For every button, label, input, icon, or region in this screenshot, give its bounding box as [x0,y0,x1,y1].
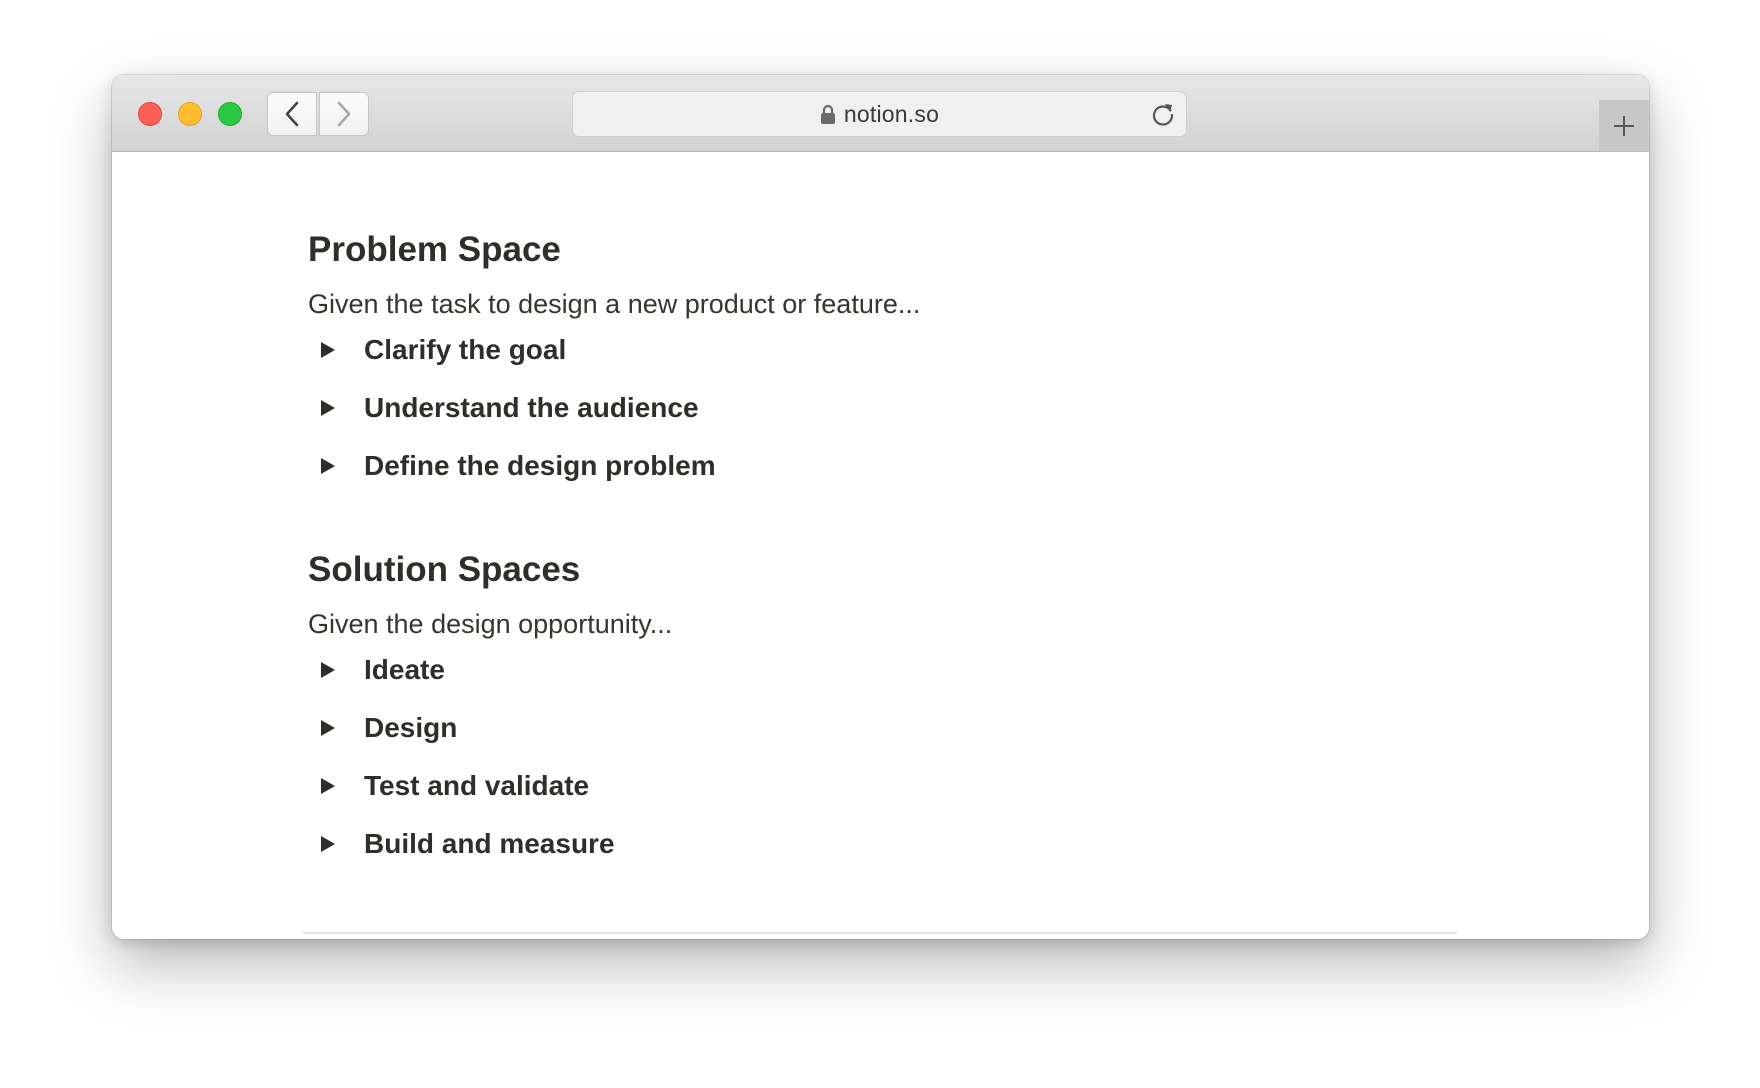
lock-icon [820,104,835,124]
screenshot-stage: notion.so Problem Space Given the task t… [0,0,1760,1088]
toggle-block[interactable]: Build and measure [308,822,615,866]
forward-button[interactable] [319,92,369,136]
toggle-block[interactable]: Understand the audience [308,386,699,430]
toggle-arrow-icon[interactable] [320,719,360,737]
toggle-label: Define the design problem [364,450,716,481]
toggle-arrow-icon[interactable] [320,399,360,417]
plus-icon [1614,115,1634,136]
toggle-label: Design [364,712,458,743]
toggle-block[interactable]: Test and validate [308,764,589,808]
toggle-arrow-icon[interactable] [320,661,360,679]
divider [302,932,1457,934]
toggle-arrow-icon[interactable] [320,457,360,475]
chevron-right-icon [337,101,351,127]
toggle-label: Build and measure [364,828,615,859]
zoom-window-button[interactable] [218,102,242,126]
browser-toolbar: notion.so [112,75,1649,152]
minimize-window-button[interactable] [178,102,202,126]
url-display: notion.so [820,101,939,128]
new-tab-button[interactable] [1599,100,1649,151]
reload-icon[interactable] [1150,101,1176,127]
toggle-label: Clarify the goal [364,334,567,365]
toggle-arrow-icon[interactable] [320,777,360,795]
section-intro-solution-spaces: Given the design opportunity... [308,609,673,639]
toggle-label: Test and validate [364,770,590,801]
back-button[interactable] [267,92,317,136]
toggle-label: Understand the audience [364,392,699,423]
section-heading-solution-spaces: Solution Spaces [308,550,581,589]
close-window-button[interactable] [138,102,162,126]
toggle-block[interactable]: Design [308,706,457,750]
chevron-left-icon [285,101,299,127]
url-text: notion.so [843,100,940,127]
toggle-block[interactable]: Ideate [308,648,445,692]
section-intro-problem-space: Given the task to design a new product o… [308,289,921,319]
toggle-block[interactable]: Define the design problem [308,444,716,488]
toggle-arrow-icon[interactable] [320,835,360,853]
toggle-block[interactable]: Clarify the goal [308,328,566,372]
page-content: Problem Space Given the task to design a… [112,152,1649,939]
section-heading-problem-space: Problem Space [308,230,561,269]
browser-window: notion.so Problem Space Given the task t… [112,75,1649,939]
toggle-arrow-icon[interactable] [320,341,360,359]
toggle-label: Ideate [364,654,445,685]
address-bar[interactable]: notion.so [572,91,1187,137]
